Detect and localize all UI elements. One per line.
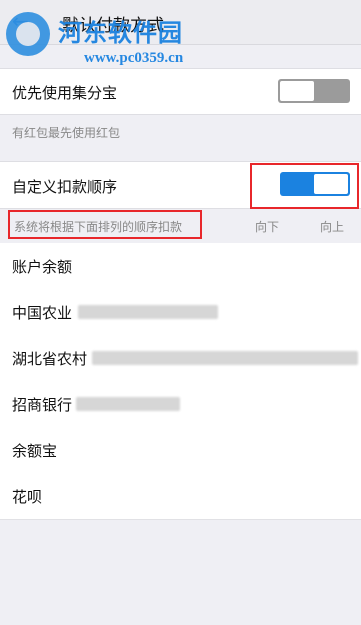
move-up-column: 向上: [320, 220, 345, 234]
list-item[interactable]: 花呗: [0, 473, 361, 520]
redacted-card-info: [92, 351, 358, 365]
bank-card-label: 中国农业: [12, 304, 73, 322]
back-arrow-icon[interactable]: ←: [12, 9, 29, 33]
navigation-bar: ← 默认付款方式: [0, 0, 361, 45]
list-item[interactable]: 湖北省农村: [0, 335, 361, 382]
list-item[interactable]: 余额宝: [0, 427, 361, 474]
prefer-points-row: 优先使用集分宝: [0, 68, 361, 115]
toggle-knob: [280, 81, 314, 101]
bank-card-label: 招商银行: [12, 396, 73, 414]
page-title: 默认付款方式: [62, 16, 164, 36]
hint-highlight-box: [8, 210, 202, 239]
toggle-highlight-box: [250, 163, 359, 209]
list-item[interactable]: 招商银行: [0, 381, 361, 428]
move-down-column: 向下: [255, 220, 280, 234]
list-item[interactable]: 账户余额: [0, 243, 361, 290]
list-item[interactable]: 中国农业: [0, 289, 361, 336]
prefer-points-label: 优先使用集分宝: [12, 84, 118, 102]
prefer-points-toggle[interactable]: [278, 79, 350, 103]
account-balance-label: 账户余额: [12, 258, 73, 276]
red-packet-note: 有红包最先使用红包: [12, 126, 121, 140]
redacted-card-info: [78, 305, 218, 319]
custom-order-label: 自定义扣款顺序: [12, 178, 118, 196]
yuebao-label: 余额宝: [12, 442, 58, 460]
watermark-url: www.pc0359.cn: [84, 50, 184, 66]
huabei-label: 花呗: [12, 488, 43, 506]
bank-card-label: 湖北省农村: [12, 350, 88, 368]
redacted-card-info: [76, 397, 180, 411]
